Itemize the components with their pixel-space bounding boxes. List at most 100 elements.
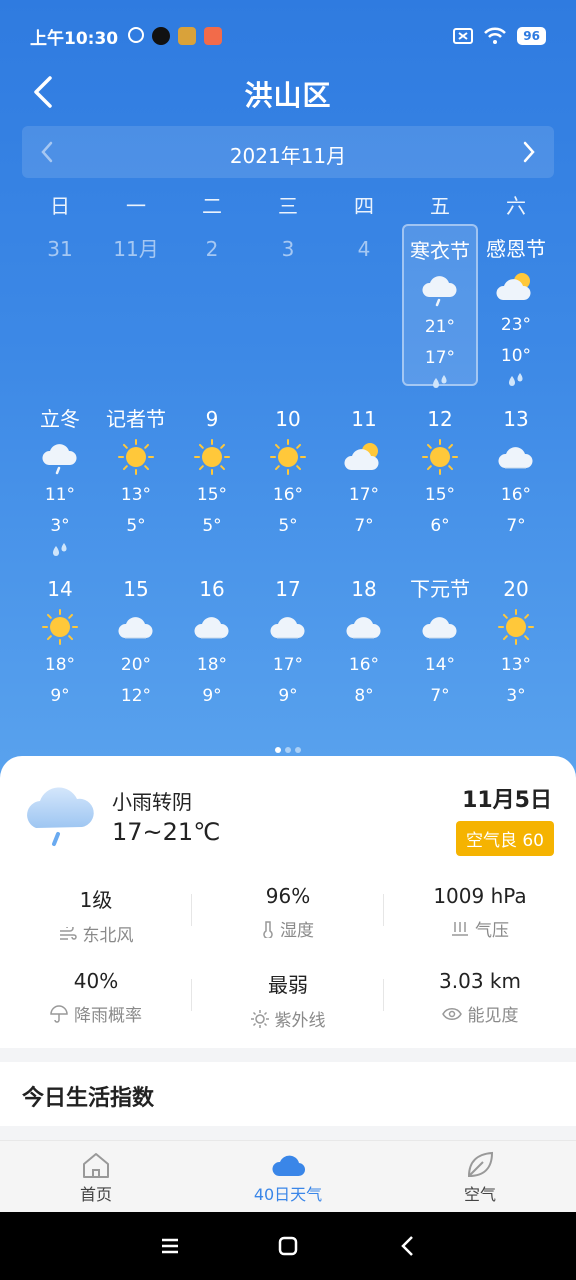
rain-indicator <box>174 542 250 558</box>
calendar-day[interactable]: 立冬 11° 3° <box>22 392 98 562</box>
rain-indicator <box>402 542 478 558</box>
stat-label: 降雨概率 <box>74 1006 142 1026</box>
status-time: 上午10:30 <box>30 28 119 49</box>
day-weather-icon <box>22 434 98 480</box>
temperature-range: 17~21℃ <box>112 818 221 846</box>
cloud-icon <box>118 617 153 639</box>
stat-value: 40% <box>73 969 119 993</box>
stat-rain-probability: 40% 降雨概率 <box>0 959 192 1044</box>
notification-icons <box>128 27 223 45</box>
high-temp: 17° <box>272 655 304 675</box>
high-temp: 14° <box>424 655 456 675</box>
weekday-label: 日 <box>50 194 70 218</box>
day-weather-icon <box>326 604 402 650</box>
weekday-label: 六 <box>506 194 526 218</box>
sun-icon <box>42 609 78 645</box>
calendar-day: 4 <box>326 222 402 392</box>
rain-indicator <box>478 372 554 388</box>
high-temp: 16° <box>272 485 304 505</box>
calendar-day[interactable]: 16 18° 9° <box>174 562 250 732</box>
tab-label: 空气 <box>463 1185 496 1204</box>
sun-icon <box>118 439 154 475</box>
day-label: 9 <box>205 407 219 431</box>
weekday-label: 五 <box>430 194 450 218</box>
rain-cloud-icon <box>422 276 457 307</box>
high-temp: 16° <box>348 655 380 675</box>
header: 洪山区 <box>0 64 576 120</box>
calendar-day[interactable]: 17 17° 9° <box>250 562 326 732</box>
low-temp: 10° <box>500 346 532 366</box>
day-weather-icon <box>402 604 478 650</box>
rain-indicator <box>22 712 98 728</box>
low-temp: 7° <box>354 516 374 536</box>
calendar-panel: 上午10:30 96 洪山区 2021年11月 日 一 二 三 四 五 六 31… <box>0 0 576 790</box>
calendar-day[interactable]: 14 18° 9° <box>22 562 98 732</box>
stat-wind: 1级 东北风 <box>0 874 192 959</box>
day-label: 下元节 <box>410 577 470 601</box>
tab-40-day-weather[interactable]: 40日天气 <box>192 1141 384 1212</box>
low-temp: 17° <box>424 348 456 368</box>
tab-air[interactable]: 空气 <box>384 1141 576 1212</box>
menu-icon[interactable] <box>156 1232 184 1260</box>
calendar-day-selected[interactable]: 寒衣节 21° 17° <box>402 224 478 388</box>
high-temp: 17° <box>348 485 380 505</box>
page-dot <box>275 747 281 753</box>
stat-label: 湿度 <box>280 921 314 941</box>
month-label: 2021年11月 <box>229 144 347 168</box>
chevron-right-icon[interactable] <box>520 140 538 164</box>
low-temp: 9° <box>202 686 222 706</box>
back-button-icon[interactable] <box>394 1232 422 1260</box>
weather-description: 小雨转阴 <box>112 790 192 814</box>
page-indicator <box>0 738 576 757</box>
tab-home[interactable]: 首页 <box>0 1141 192 1212</box>
cloud-icon <box>270 617 305 639</box>
calendar-day[interactable]: 18 16° 8° <box>326 562 402 732</box>
calendar-day[interactable]: 10 16° 5° <box>250 392 326 562</box>
calendar-day[interactable]: 20 13° 3° <box>478 562 554 732</box>
calendar-day[interactable]: 9 15° 5° <box>174 392 250 562</box>
home-button-icon[interactable] <box>274 1232 302 1260</box>
battery-level: 96 <box>517 27 546 45</box>
calendar-day[interactable]: 15 20° 12° <box>98 562 174 732</box>
day-label: 10 <box>275 407 301 431</box>
low-temp: 9° <box>278 686 298 706</box>
rain-cloud-icon <box>27 787 94 846</box>
calendar-day[interactable]: 记者节 13° 5° <box>98 392 174 562</box>
raindrop-icon <box>53 543 67 556</box>
calendar-day[interactable]: 11 17° 7° <box>326 392 402 562</box>
calendar-day[interactable]: 下元节 14° 7° <box>402 562 478 732</box>
day-label: 16 <box>199 577 225 601</box>
weekday-label: 三 <box>278 194 298 218</box>
rain-indicator <box>326 712 402 728</box>
status-bar: 上午10:30 96 <box>30 22 546 50</box>
calendar-day[interactable]: 12 15° 6° <box>402 392 478 562</box>
weekday-header: 日 一 二 三 四 五 六 <box>22 190 554 219</box>
stat-value: 1009 hPa <box>433 884 527 908</box>
high-temp: 11° <box>44 485 76 505</box>
cloud-icon <box>194 617 229 639</box>
pressure-icon <box>452 921 468 936</box>
app-icon <box>178 27 197 45</box>
partly-cloudy-icon <box>496 273 531 300</box>
day-weather-icon <box>98 604 174 650</box>
cloud-icon <box>272 1155 305 1177</box>
weather-stats: 1级 东北风 96% 湿度 1009 hPa 气压 40% 降雨概率 最弱 紫外… <box>0 874 576 1044</box>
rain-indicator <box>404 374 476 390</box>
high-temp: 13° <box>120 485 152 505</box>
sun-icon <box>194 439 230 475</box>
low-temp: 9° <box>50 686 70 706</box>
wind-icon <box>59 926 77 940</box>
calendar-day[interactable]: 感恩节 23° 10° <box>478 222 554 392</box>
day-label: 15 <box>123 577 149 601</box>
high-temp: 15° <box>424 485 456 505</box>
weekday-label: 二 <box>202 194 222 218</box>
day-label: 14 <box>47 577 73 601</box>
rain-indicator <box>326 542 402 558</box>
calendar-day[interactable]: 13 16° 7° <box>478 392 554 562</box>
bottom-tab-bar: 首页 40日天气 空气 <box>0 1140 576 1212</box>
calendar-day: 31 <box>22 222 98 392</box>
aqi-badge[interactable]: 空气良 60 <box>455 821 554 856</box>
rain-indicator <box>98 712 174 728</box>
sun-icon <box>498 609 534 645</box>
day-label: 13 <box>503 407 529 431</box>
